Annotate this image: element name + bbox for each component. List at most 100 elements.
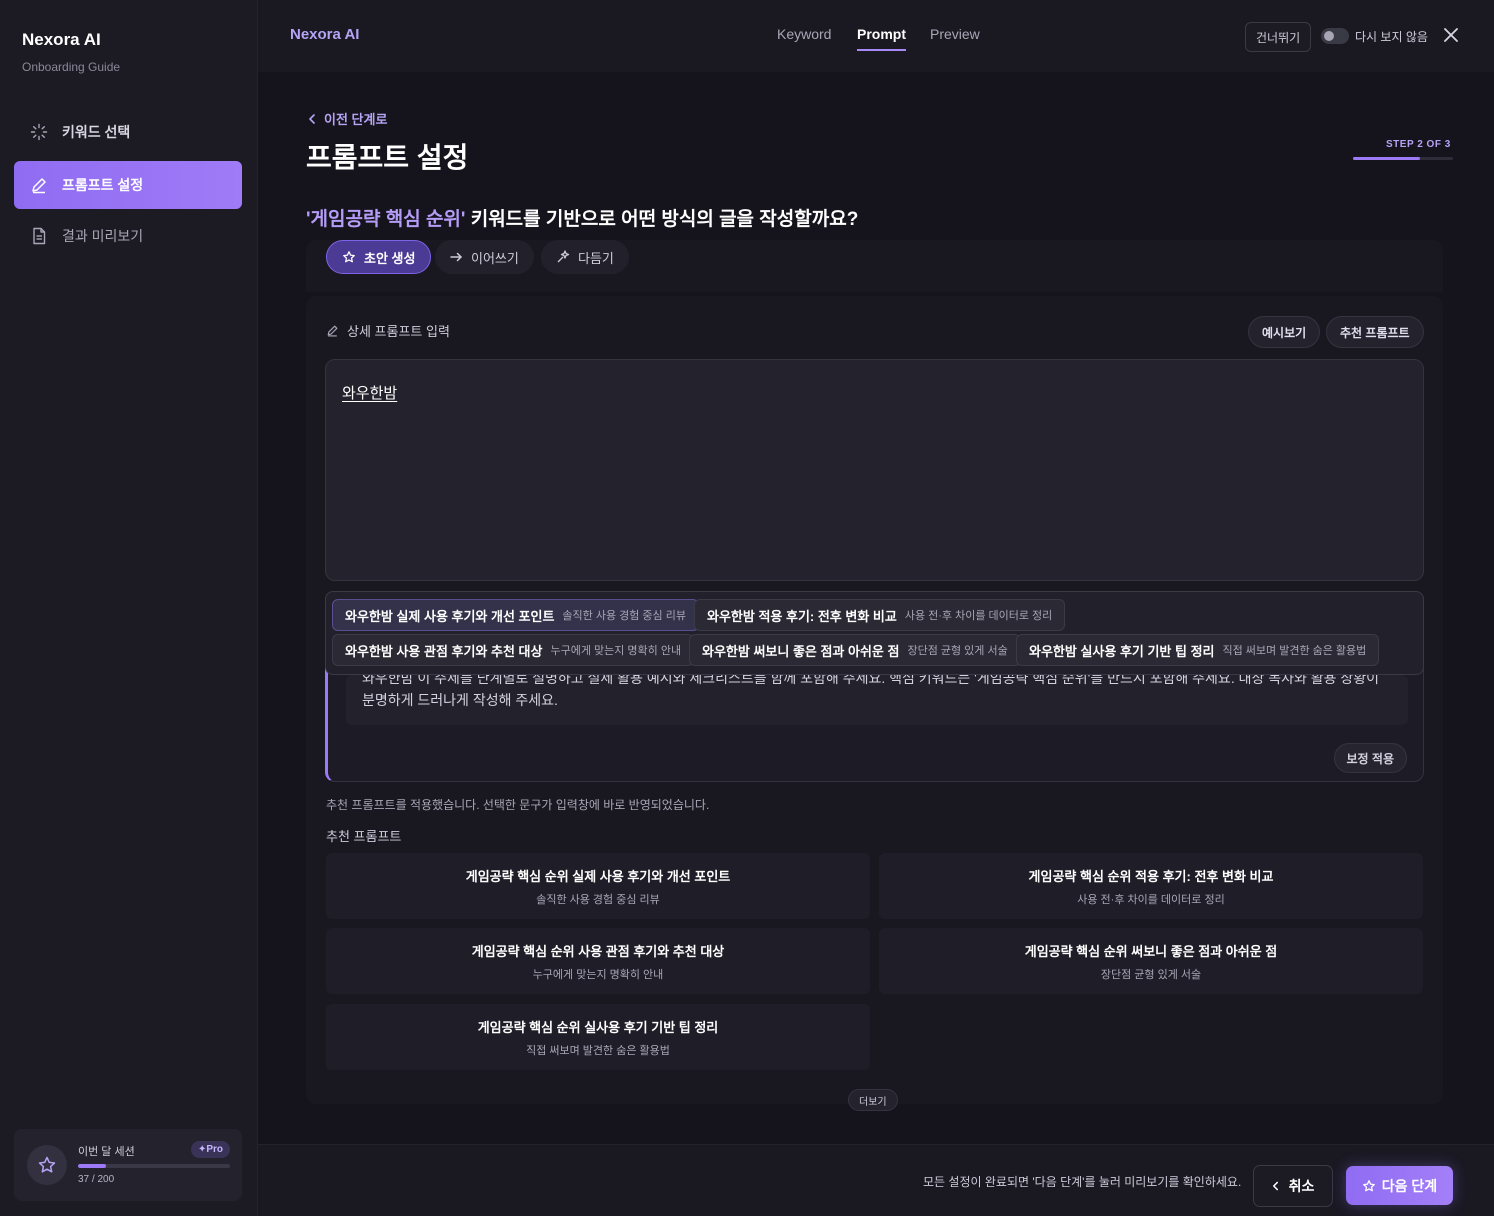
recommend-card-desc: 솔직한 사용 경험 중심 리뷰 (536, 893, 660, 906)
suggestion-item[interactable]: 와우한밤 실사용 후기 기반 팁 정리 직접 써보며 발견한 숨은 활용법 (1016, 634, 1380, 666)
recommend-section-title: 추천 프롬프트 (326, 829, 402, 844)
question-keyword: '게임공략 핵심 순위' (306, 209, 466, 230)
suggestion-title: 와우한밤 실제 사용 후기와 개선 포인트 (345, 608, 555, 624)
suggestion-title: 와우한밤 실사용 후기 기반 팁 정리 (1029, 643, 1215, 659)
suggestion-title: 와우한밤 적용 후기: 전후 변화 비교 (707, 608, 897, 624)
page-title: 프롬프트 설정 (306, 142, 469, 173)
sidebar-item-prompt[interactable]: 프롬프트 설정 (14, 161, 242, 209)
pencil-icon (30, 176, 48, 194)
mode-draft-button[interactable]: 초안 생성 (326, 240, 432, 274)
sidebar-item-label: 프롬프트 설정 (62, 177, 144, 193)
chevron-left-icon (1272, 1181, 1278, 1191)
detail-prompt-text: 상세 프롬프트 입력 (347, 324, 450, 339)
recommend-card-desc: 장단점 균형 있게 서술 (1100, 968, 1202, 981)
loader-icon (30, 123, 48, 141)
prompt-question: '게임공략 핵심 순위' 키워드를 기반으로 어떤 방식의 글을 작성할까요? (306, 204, 858, 231)
step-indicator: STEP 2 OF 3 (1386, 139, 1451, 150)
chevron-left-icon (309, 113, 315, 124)
mode-label: 이어쓰기 (471, 250, 519, 266)
next-step-label: 다음 단계 (1381, 1177, 1438, 1194)
prompt-panel: 상세 프롬프트 입력 예시보기 추천 프롬프트 와우한밤 와우한밤 이 주제를 … (306, 296, 1443, 1111)
prompt-textarea[interactable]: 와우한밤 (325, 359, 1424, 581)
step-progress-bar (1353, 157, 1453, 160)
suggestion-desc: 솔직한 사용 경험 중심 리뷰 (562, 610, 686, 622)
tab-preview[interactable]: Preview (930, 26, 980, 42)
cancel-label: 취소 (1288, 1178, 1315, 1194)
sparkle-icon (557, 250, 570, 263)
avatar (27, 1145, 67, 1185)
refine-text-line: 분명하게 드러나게 작성해 주세요. (362, 692, 558, 708)
recommend-card-desc: 누구에게 맞는지 명확히 안내 (532, 968, 664, 981)
session-label: 이번 달 세션 (78, 1146, 135, 1158)
recommend-card-title: 게임공략 핵심 순위 써보니 좋은 점과 아쉬운 점 (1024, 943, 1278, 959)
mode-label: 초안 생성 (364, 250, 416, 266)
recommend-card-desc: 직접 써보며 발견한 숨은 활용법 (526, 1044, 670, 1057)
dont-show-label: 다시 보지 않음 (1355, 30, 1428, 44)
star-icon (343, 251, 355, 263)
cancel-button[interactable]: 취소 (1253, 1165, 1333, 1207)
detail-prompt-label: 상세 프롬프트 입력 (326, 321, 450, 340)
next-step-button[interactable]: 다음 단계 (1346, 1166, 1453, 1205)
example-button[interactable]: 예시보기 (1248, 316, 1321, 348)
skip-button[interactable]: 건너뛰기 (1245, 22, 1312, 52)
prompt-input-value: 와우한밤 (342, 385, 398, 402)
mode-polish-button[interactable]: 다듬기 (541, 240, 629, 274)
app-subtitle: Onboarding Guide (22, 60, 121, 74)
suggestion-title: 와우한밤 써보니 좋은 점과 아쉬운 점 (702, 643, 900, 659)
suggestion-item[interactable]: 와우한밤 사용 관점 후기와 추천 대상 누구에게 맞는지 명확히 안내 (332, 634, 695, 666)
tab-prompt[interactable]: Prompt (857, 26, 906, 51)
pencil-icon (327, 325, 338, 337)
recommend-card[interactable]: 게임공략 핵심 순위 써보니 좋은 점과 아쉬운 점 장단점 균형 있게 서술 (879, 928, 1423, 994)
sidebar: Nexora AI Onboarding Guide 키워드 선택 프롬프트 설… (0, 0, 258, 1216)
question-text: 키워드를 기반으로 어떤 방식의 글을 작성할까요? (465, 209, 859, 230)
suggestion-desc: 누구에게 맞는지 명확히 안내 (550, 645, 682, 657)
recommend-prompt-button[interactable]: 추천 프롬프트 (1326, 316, 1424, 348)
step-progress-fill (1353, 157, 1420, 160)
recommend-card-title: 게임공략 핵심 순위 적용 후기: 전후 변화 비교 (1028, 868, 1274, 884)
applied-message: 추천 프롬프트를 적용했습니다. 선택한 문구가 입력창에 바로 반영되었습니다… (326, 798, 710, 812)
sidebar-item-keyword[interactable]: 키워드 선택 (14, 108, 242, 156)
back-link-label: 이전 단계로 (324, 112, 388, 127)
top-brand: Nexora AI (290, 26, 360, 43)
back-link[interactable]: 이전 단계로 (308, 109, 387, 128)
sidebar-item-label: 키워드 선택 (62, 124, 131, 140)
suggestion-desc: 장단점 균형 있게 서술 (907, 645, 1008, 657)
recommend-card-title: 게임공략 핵심 순위 실제 사용 후기와 개선 포인트 (465, 868, 731, 884)
session-card: 이번 달 세션 ✦Pro 37 / 200 (14, 1129, 242, 1201)
session-progress-bar (78, 1164, 230, 1168)
more-button[interactable]: 더보기 (848, 1089, 898, 1111)
footer: 모든 설정이 완료되면 '다음 단계'를 눌러 미리보기를 확인하세요. 취소 … (258, 1144, 1494, 1216)
close-icon[interactable] (1440, 24, 1462, 46)
suggestion-item[interactable]: 와우한밤 써보니 좋은 점과 아쉬운 점 장단점 균형 있게 서술 (689, 634, 1021, 666)
refine-apply-button[interactable]: 보정 적용 (1333, 743, 1407, 773)
app-name: Nexora AI (22, 30, 101, 49)
mode-selector: 초안 생성 이어쓰기 다듬기 (306, 240, 1443, 292)
recommend-card[interactable]: 게임공략 핵심 순위 실제 사용 후기와 개선 포인트 솔직한 사용 경험 중심… (326, 853, 870, 919)
sidebar-item-preview[interactable]: 결과 미리보기 (14, 212, 242, 260)
recommend-card-title: 게임공략 핵심 순위 실사용 후기 기반 팁 정리 (477, 1019, 719, 1035)
main-content: 이전 단계로 프롬프트 설정 STEP 2 OF 3 '게임공략 핵심 순위' … (258, 72, 1494, 1144)
tab-keyword[interactable]: Keyword (777, 26, 831, 42)
star-icon (38, 1156, 56, 1173)
footer-message: 모든 설정이 완료되면 '다음 단계'를 눌러 미리보기를 확인하세요. (923, 1175, 1242, 1189)
session-count: 37 / 200 (78, 1174, 115, 1185)
suggestion-desc: 직접 써보며 발견한 숨은 활용법 (1222, 645, 1367, 657)
recommend-card[interactable]: 게임공략 핵심 순위 실사용 후기 기반 팁 정리 직접 써보며 발견한 숨은 … (326, 1004, 870, 1070)
suggestion-dropdown: 와우한밤 실제 사용 후기와 개선 포인트 솔직한 사용 경험 중심 리뷰 와우… (325, 591, 1424, 675)
suggestion-item[interactable]: 와우한밤 적용 후기: 전후 변화 비교 사용 전·후 차이를 데이터로 정리 (694, 599, 1066, 631)
arrow-right-icon (450, 252, 462, 262)
dont-show-toggle[interactable] (1321, 28, 1349, 44)
refine-text[interactable]: 와우한밤 이 주제를 단계별로 설명하고 실제 활용 예시와 체크리스트를 함께… (346, 675, 1408, 725)
recommend-card-desc: 사용 전·후 차이를 데이터로 정리 (1077, 893, 1225, 906)
star-icon (1362, 1179, 1375, 1191)
suggestion-desc: 사용 전·후 차이를 데이터로 정리 (904, 610, 1053, 622)
recommend-card[interactable]: 게임공략 핵심 순위 적용 후기: 전후 변화 비교 사용 전·후 차이를 데이… (879, 853, 1423, 919)
sidebar-item-label: 결과 미리보기 (62, 228, 144, 244)
mode-continue-button[interactable]: 이어쓰기 (435, 240, 534, 274)
recommend-card[interactable]: 게임공략 핵심 순위 사용 관점 후기와 추천 대상 누구에게 맞는지 명확히 … (326, 928, 870, 994)
refine-text-line: 와우한밤 이 주제를 단계별로 설명하고 실제 활용 예시와 체크리스트를 함께… (362, 675, 1380, 686)
suggestion-item[interactable]: 와우한밤 실제 사용 후기와 개선 포인트 솔직한 사용 경험 중심 리뷰 (332, 599, 699, 631)
mode-label: 다듬기 (578, 250, 614, 266)
pro-badge: ✦Pro (190, 1141, 230, 1158)
session-progress-fill (78, 1164, 107, 1168)
